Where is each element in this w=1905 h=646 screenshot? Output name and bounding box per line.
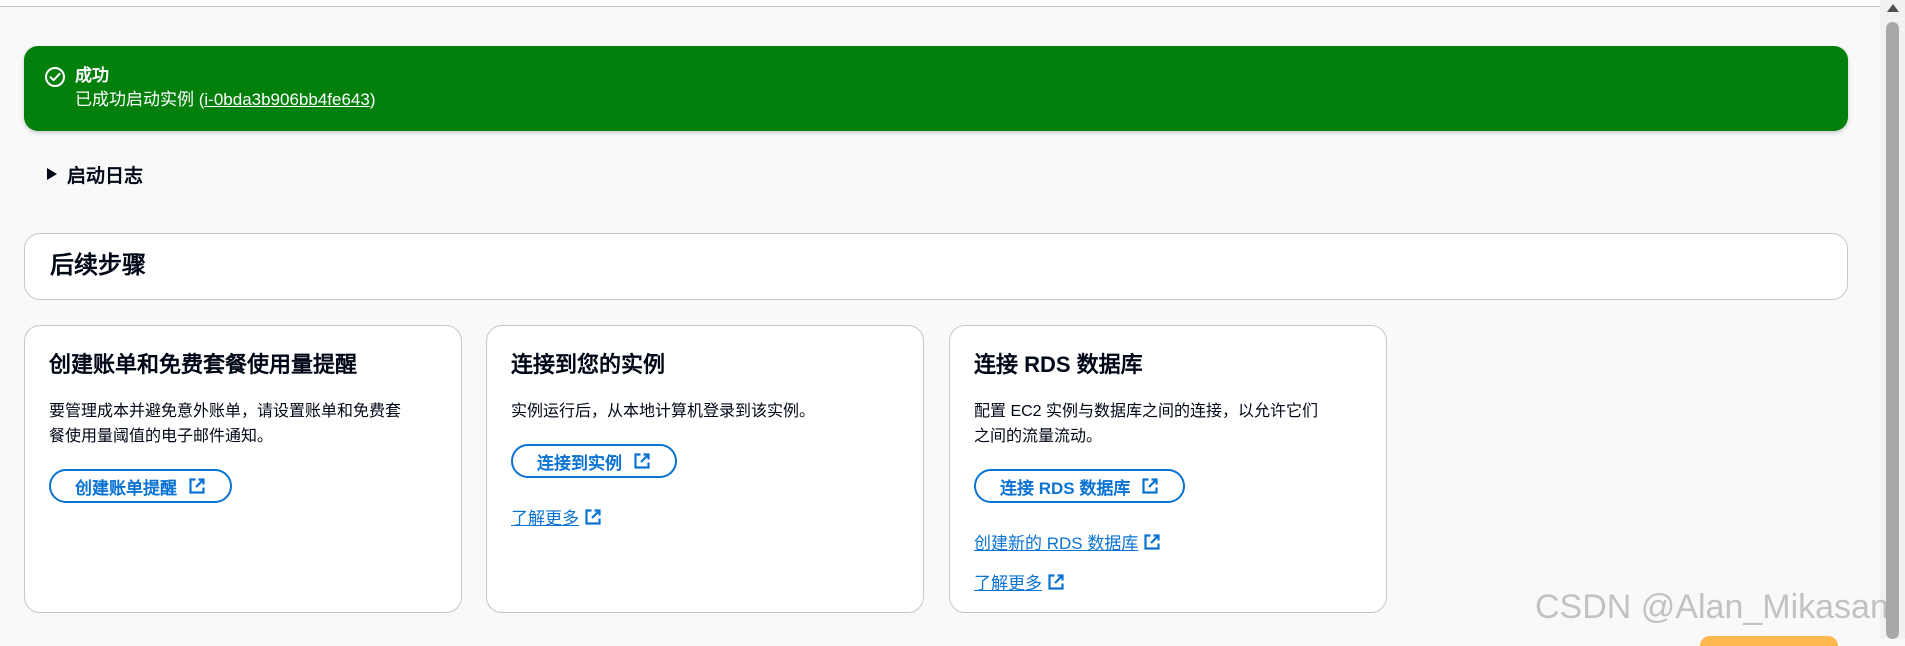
card-description: 实例运行后，从本地计算机登录到该实例。 — [511, 399, 911, 424]
external-link-icon — [189, 478, 205, 494]
card-description-line: 餐使用量阈值的电子邮件通知。 — [49, 428, 274, 445]
instance-id-link[interactable]: i-0bda3b906bb4fe643 — [204, 90, 369, 109]
card-title: 连接 RDS 数据库 — [974, 352, 1143, 377]
caret-right-icon — [47, 168, 57, 180]
connect-to-instance-button[interactable]: 连接到实例 — [511, 444, 677, 478]
card-title: 创建账单和免费套餐使用量提醒 — [49, 352, 358, 377]
card-description: 要管理成本并避免意外账单，请设置账单和免费套 餐使用量阈值的电子邮件通知。 — [49, 399, 449, 449]
link-label: 了解更多 — [974, 574, 1042, 593]
success-flashbar: 成功 已成功启动实例 (i-0bda3b906bb4fe643) — [24, 46, 1848, 131]
link-label: 创建新的 RDS 数据库 — [974, 534, 1139, 553]
page-scrollbar[interactable] — [1880, 0, 1905, 639]
card-title: 连接到您的实例 — [511, 352, 666, 377]
card-connect-instance: 连接到您的实例 实例运行后，从本地计算机登录到该实例。 连接到实例 了解更多 — [486, 325, 924, 613]
watermark: CSDN @Alan_Mikasan — [1535, 588, 1889, 626]
create-billing-alert-button[interactable]: 创建账单提醒 — [49, 469, 232, 503]
link-label: 了解更多 — [511, 509, 579, 528]
button-label: 连接到实例 — [537, 453, 622, 473]
card-description-line: 实例运行后，从本地计算机登录到该实例。 — [511, 403, 816, 420]
external-link-icon — [1142, 478, 1158, 494]
flash-message: 已成功启动实例 (i-0bda3b906bb4fe643) — [75, 89, 376, 111]
next-steps-title: 后续步骤 — [50, 252, 146, 279]
card-description: 配置 EC2 实例与数据库之间的连接，以允许它们 之间的流量流动。 — [974, 399, 1374, 449]
card-description-line: 配置 EC2 实例与数据库之间的连接，以允许它们 — [974, 403, 1319, 420]
flash-title: 成功 — [75, 66, 109, 85]
connect-rds-database-button[interactable]: 连接 RDS 数据库 — [974, 469, 1186, 503]
card-description-line: 之间的流量流动。 — [974, 428, 1103, 445]
scroll-up-arrow-icon[interactable] — [1887, 4, 1899, 12]
launch-log-toggle[interactable]: 启动日志 — [47, 162, 144, 187]
partial-primary-button[interactable] — [1700, 636, 1838, 646]
flash-message-suffix: ) — [369, 90, 376, 109]
check-circle-icon — [45, 67, 65, 87]
card-connect-rds: 连接 RDS 数据库 配置 EC2 实例与数据库之间的连接，以允许它们 之间的流… — [949, 325, 1387, 613]
create-new-rds-database-link[interactable]: 创建新的 RDS 数据库 — [974, 529, 1161, 554]
card-description-line: 要管理成本并避免意外账单，请设置账单和免费套 — [49, 403, 402, 420]
button-label: 连接 RDS 数据库 — [1000, 478, 1131, 498]
next-steps-panel: 后续步骤 — [24, 233, 1848, 300]
top-divider — [0, 0, 1880, 7]
external-link-icon — [634, 453, 650, 469]
external-link-icon — [1048, 573, 1064, 590]
learn-more-link[interactable]: 了解更多 — [511, 504, 602, 529]
learn-more-link[interactable]: 了解更多 — [974, 569, 1065, 594]
launch-log-label: 启动日志 — [67, 165, 144, 187]
flash-message-prefix: 已成功启动实例 ( — [75, 90, 205, 109]
external-link-icon — [585, 508, 601, 525]
card-billing-alerts: 创建账单和免费套餐使用量提醒 要管理成本并避免意外账单，请设置账单和免费套 餐使… — [24, 325, 462, 613]
external-link-icon — [1144, 533, 1160, 550]
scroll-thumb[interactable] — [1886, 22, 1899, 639]
button-label: 创建账单提醒 — [75, 478, 177, 498]
